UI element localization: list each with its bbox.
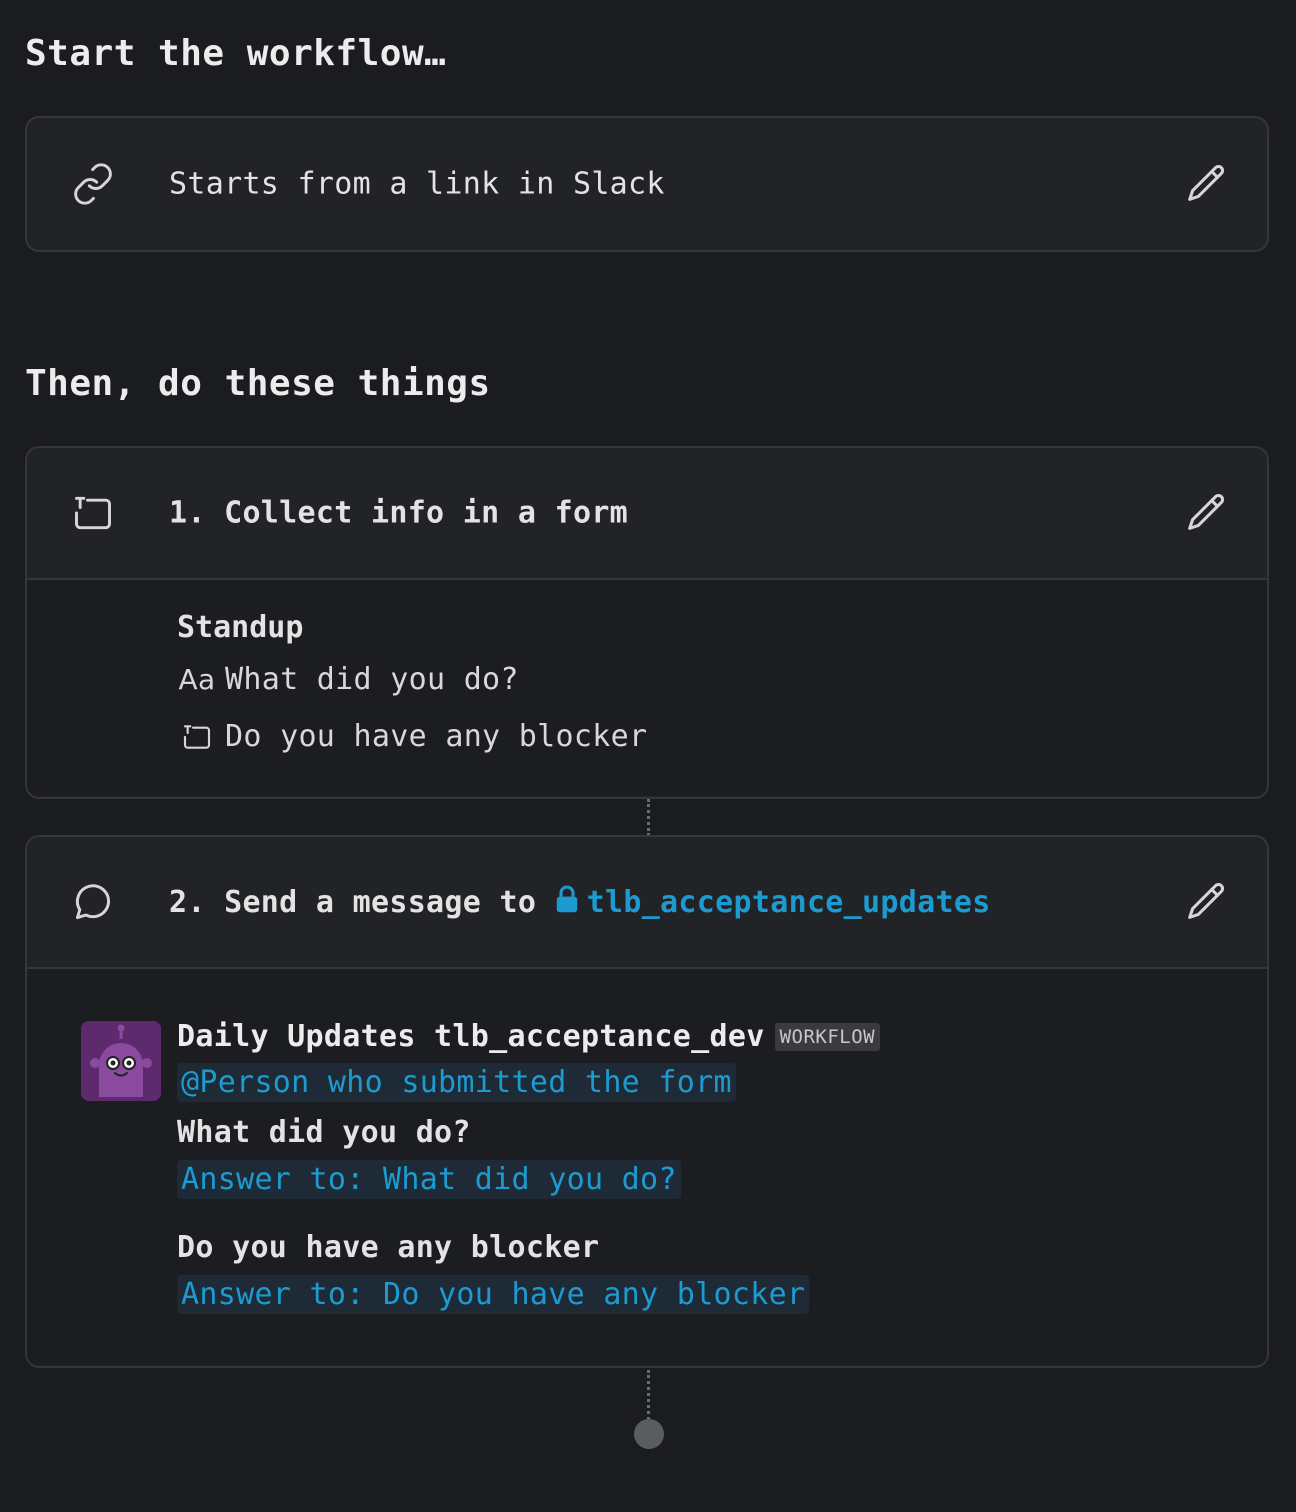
trigger-card[interactable]: Starts from a link in Slack: [25, 116, 1269, 252]
message-preview: Daily Updates tlb_acceptance_dev WORKFLO…: [27, 969, 1267, 1365]
mention-variable[interactable]: @Person who submitted the form: [177, 1063, 736, 1102]
form-field-label: What did you do?: [225, 662, 519, 697]
form-icon: [183, 724, 211, 749]
pencil-icon: [1188, 883, 1225, 919]
add-step-dot[interactable]: [634, 1419, 664, 1449]
edit-step-2-button[interactable]: [1183, 879, 1229, 925]
channel-link[interactable]: tlb_acceptance_updates: [555, 885, 991, 920]
answer-1-token: Answer to: What did you do?: [177, 1160, 681, 1199]
question-1-label: What did you do?: [177, 1115, 471, 1150]
form-field: Do you have any blocker: [177, 719, 647, 754]
step-2-label: 2. Send a message to tlb_acceptance_upda…: [169, 885, 991, 920]
edit-trigger-button[interactable]: [1183, 161, 1229, 207]
trigger-label: Starts from a link in Slack: [169, 166, 665, 202]
answer-variable[interactable]: Answer to: What did you do?: [177, 1160, 681, 1199]
step-2-card[interactable]: 2. Send a message to tlb_acceptance_upda…: [25, 835, 1269, 1368]
trigger-section-title: Start the workflow…: [25, 33, 447, 74]
answer-2-token: Answer to: Do you have any blocker: [177, 1275, 810, 1314]
sender-name: Daily Updates tlb_acceptance_dev: [177, 1019, 765, 1054]
step-connector: [647, 799, 650, 836]
robot-avatar-icon: [81, 1021, 161, 1101]
pencil-icon: [1188, 494, 1225, 530]
step-1-header: 1. Collect info in a form: [27, 448, 1267, 580]
steps-section-title: Then, do these things: [25, 363, 491, 404]
form-icon: [75, 496, 111, 530]
form-field: Aa What did you do?: [177, 662, 519, 697]
step-2-header: 2. Send a message to tlb_acceptance_upda…: [27, 837, 1267, 969]
form-preview: Standup Aa What did you do? Do you have …: [27, 580, 1267, 796]
form-title: Standup: [177, 610, 304, 645]
trigger-header: Starts from a link in Slack: [27, 118, 1267, 250]
form-field-label: Do you have any blocker: [225, 719, 648, 754]
mention-token: @Person who submitted the form: [177, 1063, 736, 1102]
channel-name: tlb_acceptance_updates: [586, 885, 991, 920]
lock-icon: [556, 885, 577, 913]
message-sender: Daily Updates tlb_acceptance_dev WORKFLO…: [177, 1019, 881, 1054]
message-bubble-icon: [75, 884, 111, 920]
step-1-card[interactable]: 1. Collect info in a form Standup Aa Wha…: [25, 446, 1269, 799]
workflow-badge: WORKFLOW: [774, 1022, 881, 1051]
question-2-label: Do you have any blocker: [177, 1230, 600, 1265]
link-icon: [74, 163, 112, 205]
end-connector: [647, 1370, 650, 1420]
answer-variable[interactable]: Answer to: Do you have any blocker: [177, 1275, 810, 1314]
edit-step-1-button[interactable]: [1183, 490, 1229, 536]
short-text-icon: Aa: [178, 663, 216, 696]
step-1-label: 1. Collect info in a form: [169, 495, 629, 531]
pencil-icon: [1188, 165, 1225, 201]
